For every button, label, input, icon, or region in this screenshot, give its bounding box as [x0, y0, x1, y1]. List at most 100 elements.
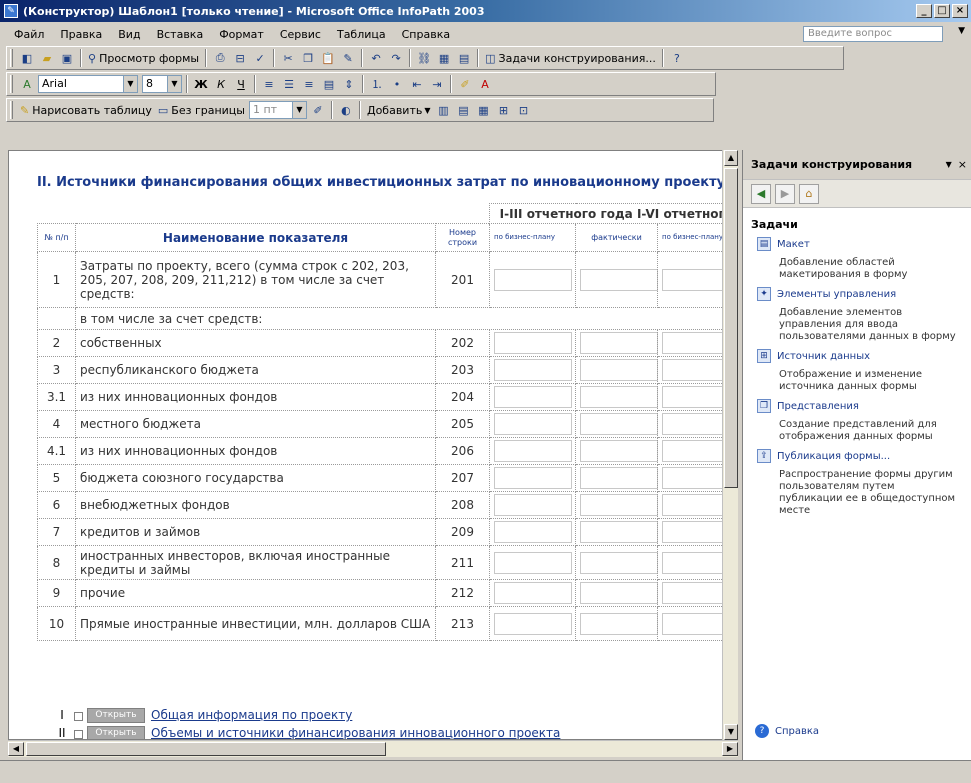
plan-input[interactable]	[494, 440, 573, 462]
fact-input[interactable]	[580, 268, 659, 291]
chevron-down-icon[interactable]: ▼	[958, 26, 965, 36]
home-icon[interactable]: ⌂	[799, 183, 819, 204]
hyperlink-icon[interactable]: ⛓	[415, 49, 433, 67]
plan2-input[interactable]	[662, 386, 723, 408]
plan2-input[interactable]	[662, 582, 723, 604]
section-link[interactable]: Общая информация по проекту	[151, 708, 352, 722]
increase-indent-icon[interactable]: ⇥	[428, 75, 446, 93]
plan2-input[interactable]	[662, 268, 723, 291]
scroll-thumb[interactable]	[724, 168, 738, 488]
plan2-input[interactable]	[662, 467, 723, 489]
horizontal-scrollbar[interactable]: ◀ ▶	[8, 740, 738, 757]
layout-icon[interactable]: ▤	[455, 49, 473, 67]
format-icon[interactable]: ⊡	[515, 101, 533, 119]
help-link[interactable]: ? Справка	[755, 724, 819, 738]
print-icon[interactable]: ⎙	[211, 49, 229, 67]
fact-input[interactable]	[580, 413, 659, 435]
bold-button[interactable]: Ж	[192, 75, 210, 93]
plan-input[interactable]	[494, 521, 573, 543]
close-pane-icon[interactable]: ×	[958, 158, 967, 171]
fact-input[interactable]	[580, 612, 659, 635]
plan-input[interactable]	[494, 332, 573, 354]
scroll-up-icon[interactable]: ▲	[724, 150, 738, 166]
preview-form-button[interactable]: ⚲ Просмотр формы	[86, 49, 201, 67]
paste-icon[interactable]: 📋	[319, 49, 337, 67]
border-style-button[interactable]: ▭ Без границы	[156, 101, 247, 119]
close-button[interactable]: ×	[952, 4, 968, 18]
plan2-input[interactable]	[662, 440, 723, 462]
font-style-icon[interactable]: A	[18, 75, 36, 93]
fact-input[interactable]	[580, 551, 659, 574]
underline-button[interactable]: Ч	[232, 75, 250, 93]
menu-format[interactable]: Формат	[211, 28, 272, 41]
font-color-icon[interactable]: A	[476, 75, 494, 93]
help-icon[interactable]: ?	[668, 49, 686, 67]
open-section-button[interactable]: Открыть	[74, 725, 145, 739]
justify-icon[interactable]: ▤	[320, 75, 338, 93]
plan-input[interactable]	[494, 551, 573, 574]
copy-icon[interactable]: ❐	[299, 49, 317, 67]
plan-input[interactable]	[494, 359, 573, 381]
plan2-input[interactable]	[662, 359, 723, 381]
plan2-input[interactable]	[662, 612, 723, 635]
table-grid-icon[interactable]: ⊞	[495, 101, 513, 119]
plan-input[interactable]	[494, 612, 573, 635]
plan-input[interactable]	[494, 582, 573, 604]
plan-input[interactable]	[494, 268, 573, 291]
shading-icon[interactable]: ◐	[337, 101, 355, 119]
vertical-scrollbar[interactable]: ▲ ▼	[722, 150, 738, 740]
merge-cells-icon[interactable]: ▥	[435, 101, 453, 119]
plan2-input[interactable]	[662, 551, 723, 574]
controls-link[interactable]: ✦ Элементы управления	[757, 287, 963, 301]
font-name-combo[interactable]: Arial ▼	[38, 75, 138, 93]
chevron-down-icon[interactable]: ▼	[946, 160, 952, 169]
toolbar-grip[interactable]	[10, 75, 13, 93]
scroll-left-icon[interactable]: ◀	[8, 742, 24, 756]
views-link[interactable]: ❐ Представления	[757, 399, 963, 413]
data-source-link[interactable]: ⊞ Источник данных	[757, 349, 963, 363]
design-tasks-button[interactable]: ◫ Задачи конструирования...	[483, 49, 658, 67]
chevron-down-icon[interactable]: ▼	[123, 76, 137, 92]
border-color-icon[interactable]: ✐	[309, 101, 327, 119]
minimize-button[interactable]: _	[916, 4, 932, 18]
fact-input[interactable]	[580, 386, 659, 408]
maximize-button[interactable]: □	[934, 4, 950, 18]
plan-input[interactable]	[494, 494, 573, 516]
chevron-down-icon[interactable]: ▼	[167, 76, 181, 92]
menu-tools[interactable]: Сервис	[272, 28, 329, 41]
menu-help[interactable]: Справка	[394, 28, 458, 41]
design-icon[interactable]: ◧	[18, 49, 36, 67]
format-painter-icon[interactable]: ✎	[339, 49, 357, 67]
plan2-input[interactable]	[662, 413, 723, 435]
plan2-input[interactable]	[662, 332, 723, 354]
plan-input[interactable]	[494, 386, 573, 408]
section-link[interactable]: Объемы и источники финансирования иннова…	[151, 726, 560, 739]
fact-input[interactable]	[580, 440, 659, 462]
menu-table[interactable]: Таблица	[329, 28, 394, 41]
numbering-icon[interactable]: ⒈	[368, 75, 386, 93]
align-right-icon[interactable]: ≡	[300, 75, 318, 93]
table-properties-icon[interactable]: ▦	[475, 101, 493, 119]
menu-insert[interactable]: Вставка	[149, 28, 212, 41]
scroll-thumb[interactable]	[26, 742, 386, 756]
fact-input[interactable]	[580, 332, 659, 354]
fact-input[interactable]	[580, 582, 659, 604]
open-section-button[interactable]: Открыть	[74, 707, 145, 723]
toolbar-grip[interactable]	[10, 49, 13, 67]
forward-icon[interactable]: ▶	[775, 183, 795, 204]
save-icon[interactable]: ▣	[58, 49, 76, 67]
scroll-right-icon[interactable]: ▶	[722, 742, 738, 756]
draw-table-button[interactable]: ✎ Нарисовать таблицу	[18, 101, 154, 119]
add-button[interactable]: Добавить ▼	[365, 101, 433, 119]
plan-input[interactable]	[494, 413, 573, 435]
plan2-input[interactable]	[662, 494, 723, 516]
fact-input[interactable]	[580, 494, 659, 516]
toolbar-grip[interactable]	[10, 101, 13, 119]
line-width-combo[interactable]: 1 пт ▼	[248, 101, 307, 119]
redo-icon[interactable]: ↷	[387, 49, 405, 67]
chevron-down-icon[interactable]: ▼	[291, 102, 306, 118]
form-design-area[interactable]: II. Источники финансирования общих инвес…	[8, 150, 724, 740]
print-preview-icon[interactable]: ⊟	[231, 49, 249, 67]
back-icon[interactable]: ◀	[751, 183, 771, 204]
italic-button[interactable]: К	[212, 75, 230, 93]
